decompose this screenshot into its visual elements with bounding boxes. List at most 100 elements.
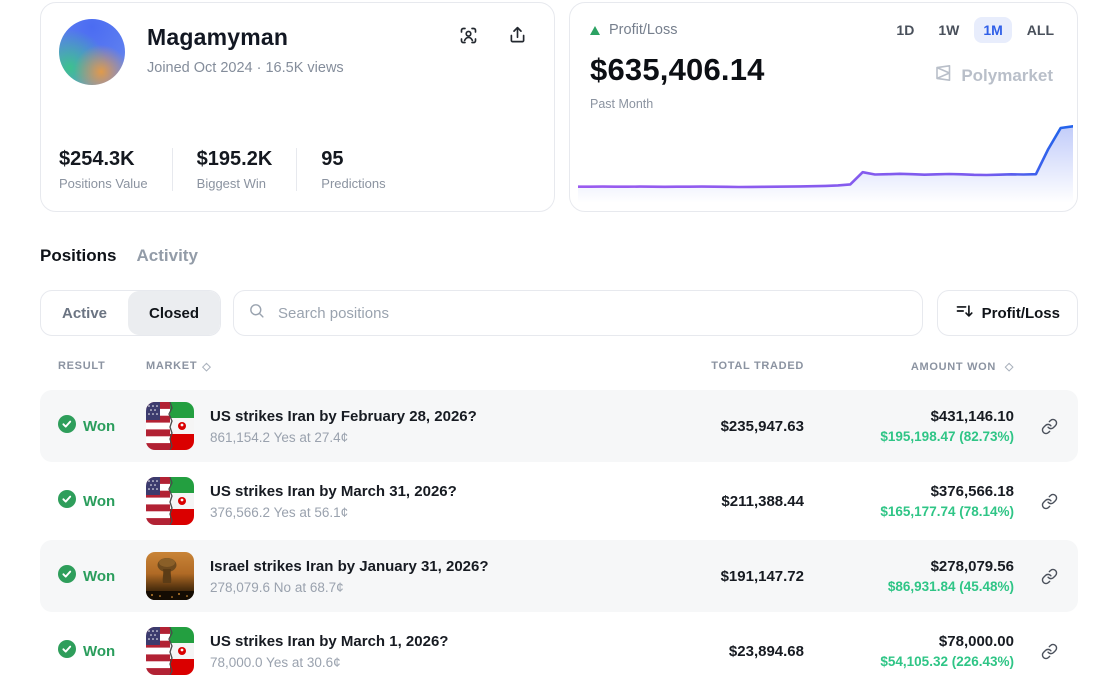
market-position: 278,079.6 No at 68.7¢ — [210, 580, 489, 595]
header-amount-won[interactable]: AMOUNT WON ◇ — [804, 360, 1014, 373]
profile-name: Magamyman — [147, 24, 344, 51]
tab-activity[interactable]: Activity — [137, 246, 198, 266]
market-text: Israel strikes Iran by January 31, 2026?… — [210, 558, 489, 595]
market-image-us-iran-flags — [146, 477, 194, 525]
won-check-icon — [58, 415, 76, 437]
top-cards: Magamyman Joined Oct 2024 · 16.5K views — [40, 2, 1078, 212]
header-market[interactable]: MARKET ◇ — [146, 360, 654, 373]
market-image-us-iran-flags — [146, 402, 194, 450]
amount-won-cell: $78,000.00$54,105.32 (226.43%) — [804, 633, 1014, 669]
result-label: Won — [83, 493, 115, 510]
result-badge: Won — [58, 640, 146, 662]
won-check-icon — [58, 640, 76, 662]
tab-positions[interactable]: Positions — [40, 246, 117, 266]
profit-value: $195,198.47 (82.73%) — [804, 429, 1014, 444]
market-link-icon[interactable] — [1014, 643, 1062, 660]
market-title[interactable]: US strikes Iran by February 28, 2026? — [210, 408, 477, 425]
sort-profit-loss-button[interactable]: Profit/Loss — [937, 290, 1078, 336]
range-1m[interactable]: 1M — [974, 17, 1011, 43]
stat-value: 95 — [321, 148, 385, 171]
sort-descending-icon — [955, 302, 973, 324]
total-traded-value: $211,388.44 — [654, 493, 804, 510]
polymarket-logo-icon — [933, 63, 953, 88]
market-title[interactable]: US strikes Iran by March 1, 2026? — [210, 633, 448, 650]
market-link-icon[interactable] — [1014, 418, 1062, 435]
result-label: Won — [83, 643, 115, 660]
amount-won-value: $376,566.18 — [804, 483, 1014, 500]
pnl-label-group: Profit/Loss — [590, 22, 678, 38]
market-link-icon[interactable] — [1014, 493, 1062, 510]
polymarket-wordmark: Polymarket — [961, 66, 1053, 86]
result-badge: Won — [58, 490, 146, 512]
profile-card: Magamyman Joined Oct 2024 · 16.5K views — [40, 2, 555, 212]
profile-meta: Joined Oct 2024 · 16.5K views — [147, 60, 344, 76]
result-label: Won — [83, 418, 115, 435]
pnl-chart — [578, 118, 1073, 203]
table-row[interactable]: Won US strikes Iran by March 1, 2026? 78,0… — [40, 615, 1078, 687]
header-amount-won-label: AMOUNT WON — [911, 361, 996, 373]
market-link-icon[interactable] — [1014, 568, 1062, 585]
stat-label: Positions Value — [59, 176, 148, 191]
result-label: Won — [83, 568, 115, 585]
total-traded-value: $23,894.68 — [654, 643, 804, 660]
sort-button-label: Profit/Loss — [982, 305, 1060, 322]
market-title[interactable]: Israel strikes Iran by January 31, 2026? — [210, 558, 489, 575]
amount-won-value: $431,146.10 — [804, 408, 1014, 425]
market-image-israel-iran-explosion — [146, 552, 194, 600]
positions-table-rows: Won US strikes Iran by February 28, 2026?… — [40, 390, 1078, 687]
market-title[interactable]: US strikes Iran by March 31, 2026? — [210, 483, 457, 500]
table-row[interactable]: Won US strikes Iran by March 31, 2026? 376… — [40, 465, 1078, 537]
search-box[interactable] — [233, 290, 923, 336]
amount-won-cell: $431,146.10 $195,198.47 (82.73%) — [804, 408, 1014, 444]
result-badge: Won — [58, 415, 146, 437]
range-all[interactable]: ALL — [1018, 17, 1063, 43]
market-text: US strikes Iran by March 31, 2026? 376,56… — [210, 483, 457, 520]
table-header: RESULT MARKET ◇ TOTAL TRADED AMOUNT WON … — [40, 354, 1078, 378]
table-row[interactable]: Won US strikes Iran by February 28, 2026?… — [40, 390, 1078, 462]
market-position: 376,566.2 Yes at 56.1¢ — [210, 505, 457, 520]
profit-value: $86,931.84 (45.48%) — [804, 579, 1014, 594]
market-text: US strikes Iran by March 1, 2026? 78,000.… — [210, 633, 448, 670]
search-input[interactable] — [276, 304, 908, 323]
stat-value: $195.2K — [197, 148, 273, 171]
won-check-icon — [58, 565, 76, 587]
total-traded-value: $235,947.63 — [654, 418, 804, 435]
face-scan-icon[interactable] — [458, 25, 479, 46]
won-check-icon — [58, 490, 76, 512]
market-sort-icon: ◇ — [202, 360, 211, 373]
table-row[interactable]: Won Israel strikes Iran by January 31, 20… — [40, 540, 1078, 612]
market-cell: US strikes Iran by February 28, 2026? 861… — [146, 402, 654, 450]
share-upload-icon[interactable] — [507, 25, 528, 46]
profile-tabs: Positions Activity — [40, 246, 1078, 266]
amount-won-value: $278,079.56 — [804, 558, 1014, 575]
stat-label: Predictions — [321, 176, 385, 191]
pnl-label: Profit/Loss — [609, 22, 678, 38]
market-position: 78,000.0 Yes at 30.6¢ — [210, 655, 448, 670]
market-image-us-iran-flags — [146, 627, 194, 675]
amount-won-cell: $376,566.18$165,177.74 (78.14%) — [804, 483, 1014, 519]
stat-label: Biggest Win — [197, 176, 273, 191]
segment-active[interactable]: Active — [41, 291, 128, 335]
total-traded-value: $191,147.72 — [654, 568, 804, 585]
profile-actions — [458, 25, 528, 46]
amount-won-cell: $278,079.56 $86,931.84 (45.48%) — [804, 558, 1014, 594]
result-badge: Won — [58, 565, 146, 587]
header-market-label: MARKET — [146, 360, 197, 372]
amount-won-sort-icon: ◇ — [1005, 361, 1014, 373]
market-position: 861,154.2 Yes at 27.4¢ — [210, 430, 477, 445]
stat-biggest-win: $195.2K Biggest Win — [172, 148, 297, 191]
time-range-group: 1D1W1M ALL — [887, 17, 1063, 43]
segment-closed[interactable]: Closed — [128, 291, 220, 335]
header-total-traded: TOTAL TRADED — [654, 360, 804, 372]
pnl-card: Profit/Loss 1D1W1MALL $635,406.14 Polyma… — [569, 2, 1078, 212]
polymarket-watermark: Polymarket — [933, 63, 1053, 88]
profit-value: $54,105.32 (226.43%) — [804, 654, 1014, 669]
range-1w[interactable]: 1W — [929, 17, 968, 43]
market-cell: US strikes Iran by March 31, 2026? 376,56… — [146, 477, 654, 525]
avatar — [59, 19, 125, 85]
pnl-chart-area — [578, 126, 1073, 203]
range-1d[interactable]: 1D — [887, 17, 923, 43]
profile-page: Magamyman Joined Oct 2024 · 16.5K views — [0, 0, 1100, 687]
filter-row: ActiveClosed Profit/Loss — [40, 290, 1078, 336]
active-closed-toggle: ActiveClosed — [40, 290, 221, 336]
